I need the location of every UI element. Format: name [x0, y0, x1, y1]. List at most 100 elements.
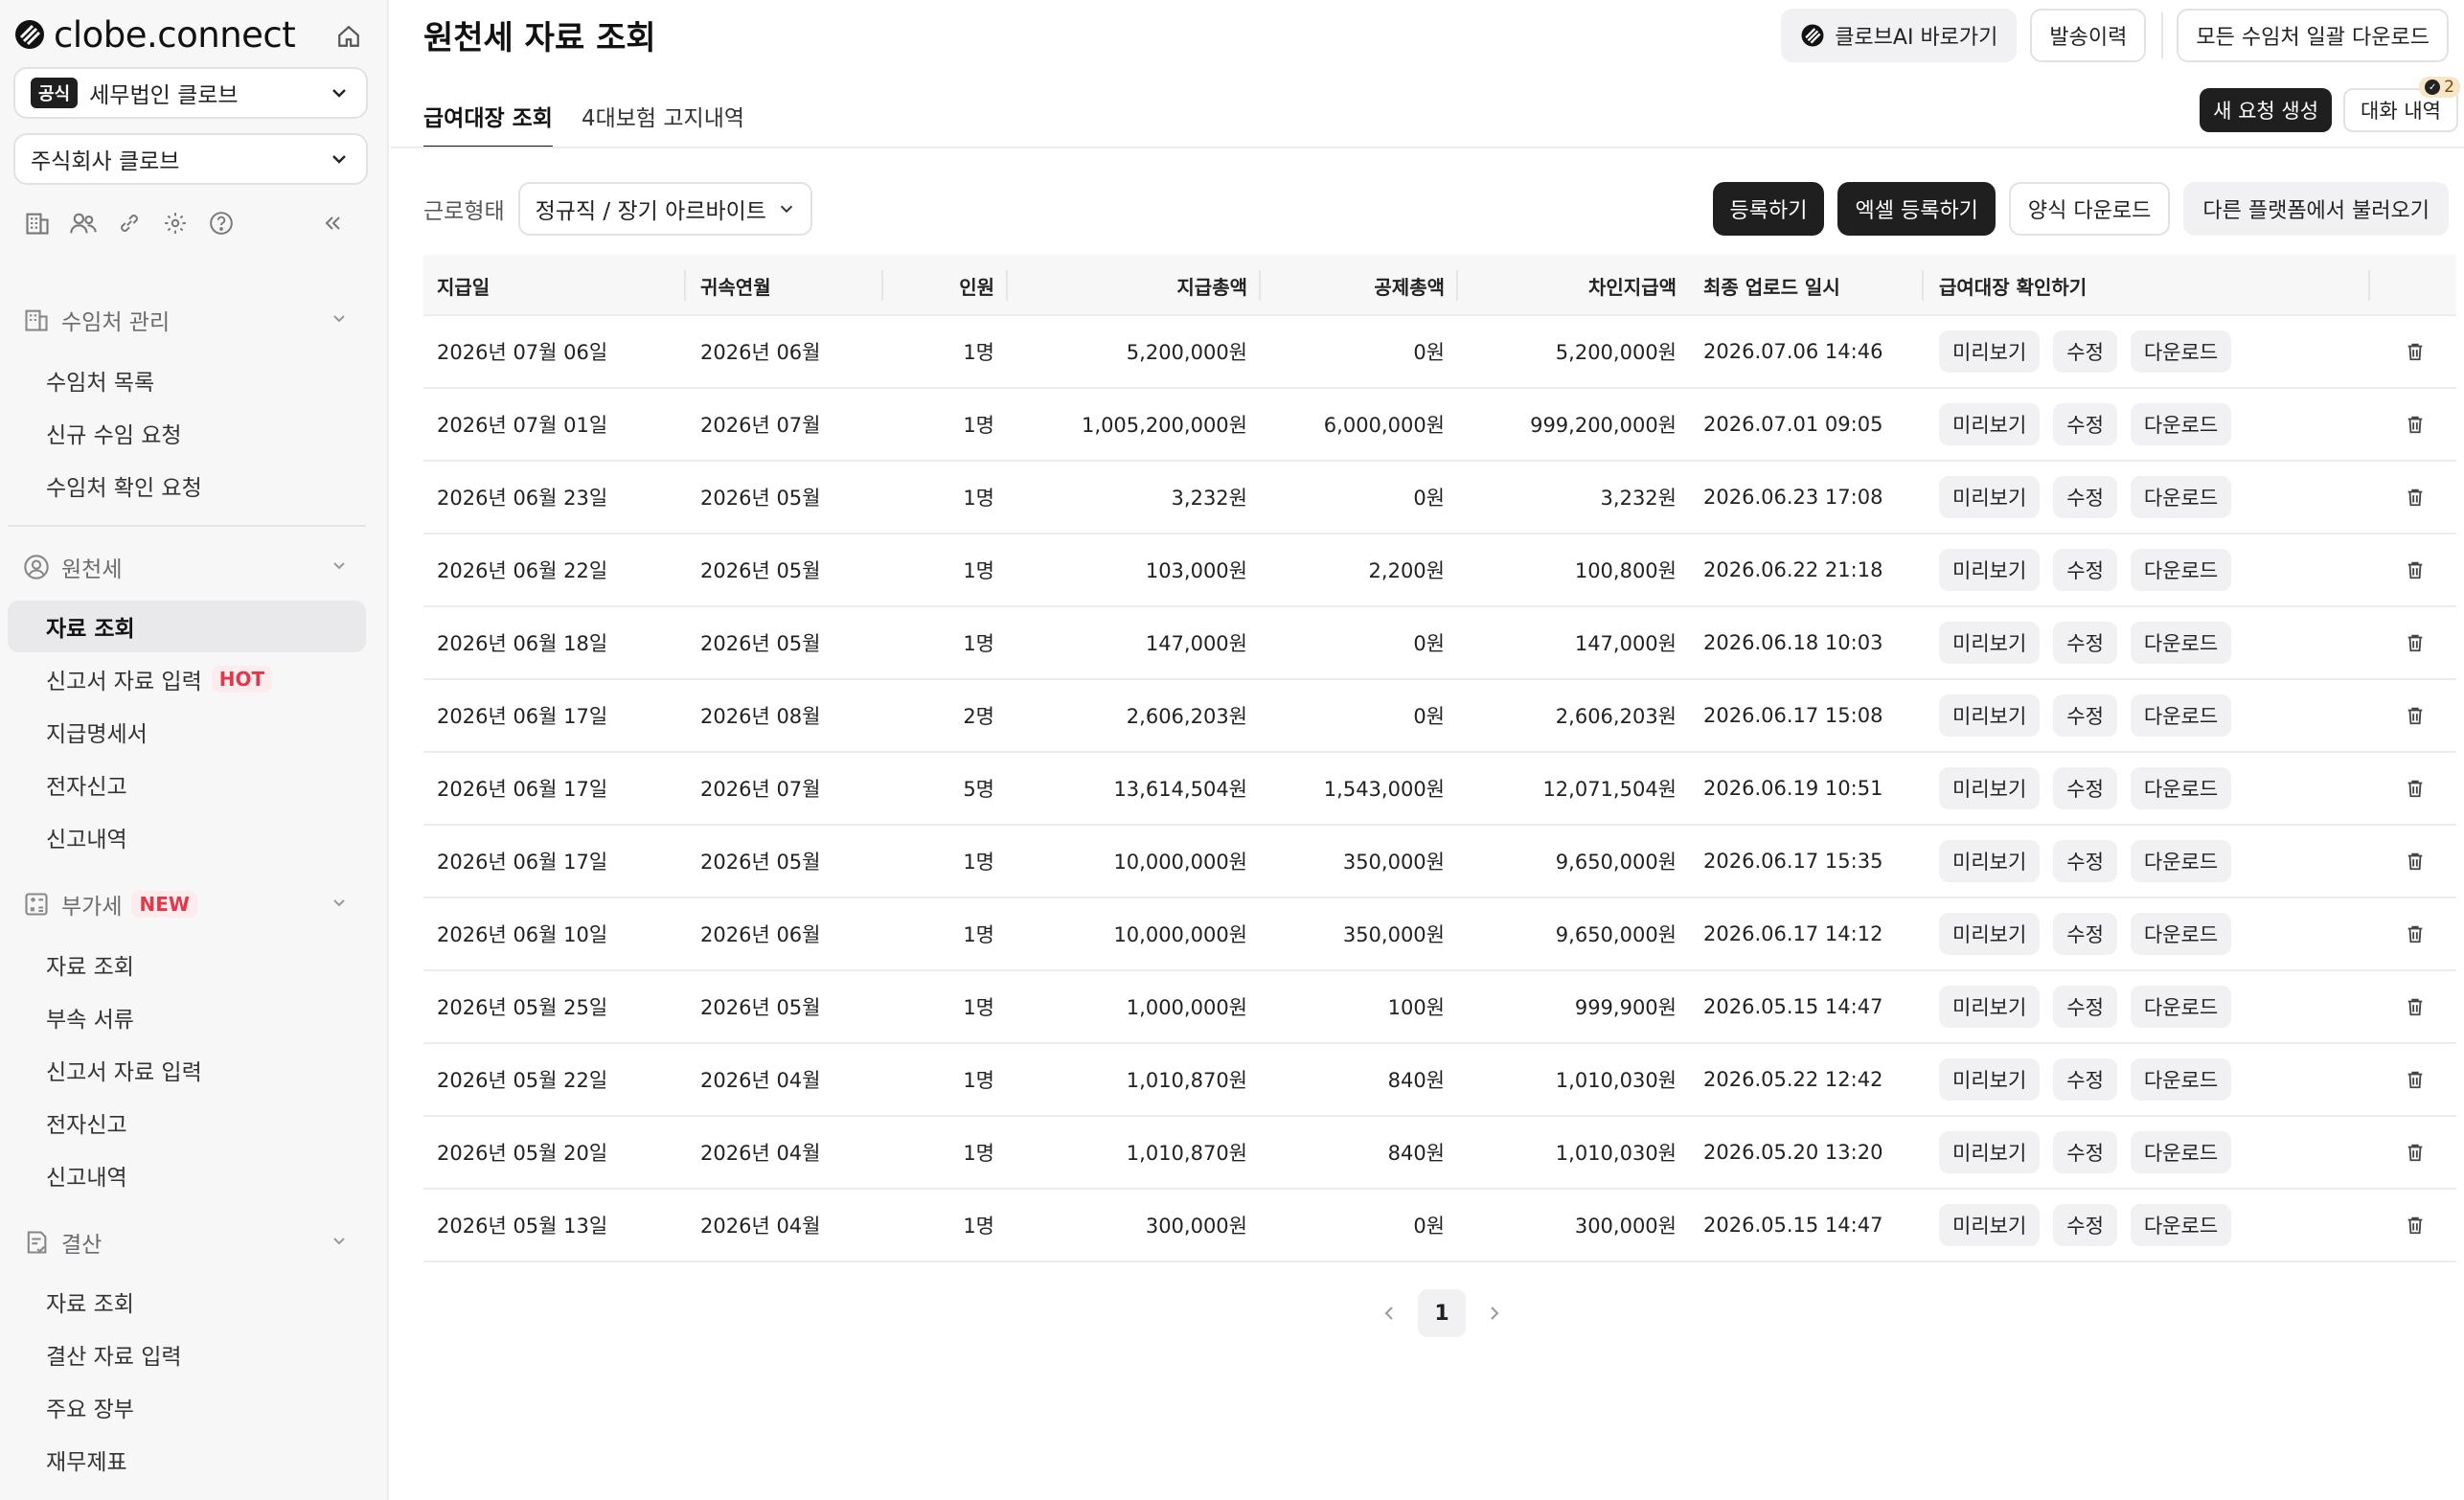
section-clients[interactable]: 수임처 관리: [21, 301, 362, 339]
sidebar-item-client-list[interactable]: 수임처 목록: [8, 354, 366, 406]
download-button[interactable]: 다운로드: [2130, 1131, 2232, 1173]
download-button[interactable]: 다운로드: [2130, 767, 2232, 809]
delete-button[interactable]: [2401, 1211, 2430, 1239]
prev-page-button[interactable]: [1370, 1294, 1408, 1332]
sidebar-item-vat-attachments[interactable]: 부속 서류: [8, 991, 366, 1043]
download-button[interactable]: 다운로드: [2130, 986, 2232, 1028]
preview-button[interactable]: 미리보기: [1939, 913, 2041, 955]
delete-button[interactable]: [2401, 774, 2430, 803]
delete-button[interactable]: [2401, 628, 2430, 657]
edit-button[interactable]: 수정: [2053, 767, 2117, 809]
sidebar-item-vat-history[interactable]: 신고내역: [8, 1149, 366, 1201]
home-button[interactable]: [330, 17, 368, 56]
delete-button[interactable]: [2401, 410, 2430, 439]
preview-button[interactable]: 미리보기: [1939, 622, 2041, 664]
send-history-button[interactable]: 발송이력: [2030, 9, 2147, 62]
tab-payroll[interactable]: 급여대장 조회: [423, 88, 553, 148]
preview-button[interactable]: 미리보기: [1939, 767, 2041, 809]
delete-button[interactable]: [2401, 337, 2430, 366]
new-request-button[interactable]: 새 요청 생성: [2200, 88, 2333, 132]
download-button[interactable]: 다운로드: [2130, 476, 2232, 518]
sidebar-item-withholding-history[interactable]: 신고내역: [8, 811, 366, 863]
download-button[interactable]: 다운로드: [2130, 913, 2232, 955]
download-button[interactable]: 다운로드: [2130, 622, 2232, 664]
sidebar-item-withholding-data-view[interactable]: 자료 조회: [8, 601, 366, 652]
edit-button[interactable]: 수정: [2053, 986, 2117, 1028]
sidebar-item-payment-statement[interactable]: 지급명세서: [8, 706, 366, 758]
download-button[interactable]: 다운로드: [2130, 840, 2232, 882]
delete-button[interactable]: [2401, 847, 2430, 875]
delete-button[interactable]: [2401, 1138, 2430, 1167]
cell-net-pay: 12,071,504원: [1542, 778, 1677, 801]
section-withholding[interactable]: 원천세: [21, 548, 362, 586]
preview-button[interactable]: 미리보기: [1939, 840, 2041, 882]
sidebar-item-client-confirm-request[interactable]: 수임처 확인 요청: [8, 460, 366, 511]
delete-button[interactable]: [2401, 701, 2430, 730]
preview-button[interactable]: 미리보기: [1939, 330, 2041, 373]
download-button[interactable]: 다운로드: [2130, 694, 2232, 737]
delete-button[interactable]: [2401, 992, 2430, 1021]
edit-button[interactable]: 수정: [2053, 476, 2117, 518]
preview-button[interactable]: 미리보기: [1939, 549, 2041, 591]
section-settlement[interactable]: 결산: [21, 1223, 362, 1261]
clobe-ai-button[interactable]: 클로브AI 바로가기: [1781, 9, 2018, 62]
edit-button[interactable]: 수정: [2053, 330, 2117, 373]
preview-button[interactable]: 미리보기: [1939, 986, 2041, 1028]
sidebar-item-settlement-data-view[interactable]: 자료 조회: [8, 1276, 366, 1328]
preview-button[interactable]: 미리보기: [1939, 403, 2041, 445]
gear-icon[interactable]: [159, 207, 192, 239]
sidebar-item-vat-report-input[interactable]: 신고서 자료 입력: [8, 1044, 366, 1096]
edit-button[interactable]: 수정: [2053, 403, 2117, 445]
download-button[interactable]: 다운로드: [2130, 1204, 2232, 1246]
section-vat[interactable]: 부가세 NEW: [21, 885, 362, 923]
download-all-clients-button[interactable]: 모든 수임처 일괄 다운로드: [2177, 9, 2449, 62]
tab-insurance[interactable]: 4대보험 고지내역: [582, 88, 744, 148]
page-number-button[interactable]: 1: [1418, 1289, 1466, 1337]
preview-button[interactable]: 미리보기: [1939, 476, 2041, 518]
edit-button[interactable]: 수정: [2053, 913, 2117, 955]
firm-select[interactable]: 공식 세무법인 클로브: [13, 67, 368, 119]
cell-period: 2026년 08월: [700, 705, 821, 728]
preview-button[interactable]: 미리보기: [1939, 1131, 2041, 1173]
register-button[interactable]: 등록하기: [1712, 182, 1825, 236]
help-icon[interactable]: [205, 207, 238, 239]
sidebar-item-financial-statements[interactable]: 재무제표: [8, 1434, 366, 1486]
excel-register-button[interactable]: 엑셀 등록하기: [1837, 182, 1996, 236]
import-other-platform-button[interactable]: 다른 플랫폼에서 불러오기: [2183, 182, 2449, 236]
collapse-sidebar-icon[interactable]: [316, 207, 349, 239]
edit-button[interactable]: 수정: [2053, 622, 2117, 664]
download-button[interactable]: 다운로드: [2130, 1058, 2232, 1101]
edit-button[interactable]: 수정: [2053, 1058, 2117, 1101]
sidebar-item-withholding-e-filing[interactable]: 전자신고: [8, 759, 366, 810]
preview-button[interactable]: 미리보기: [1939, 1058, 2041, 1101]
edit-button[interactable]: 수정: [2053, 694, 2117, 737]
sidebar-item-vat-e-filing[interactable]: 전자신고: [8, 1097, 366, 1148]
employment-type-select[interactable]: 정규직 / 장기 아르바이트: [517, 182, 812, 236]
delete-button[interactable]: [2401, 483, 2430, 511]
edit-button[interactable]: 수정: [2053, 840, 2117, 882]
users-icon[interactable]: [67, 207, 100, 239]
edit-button[interactable]: 수정: [2053, 1204, 2117, 1246]
download-button[interactable]: 다운로드: [2130, 330, 2232, 373]
delete-button[interactable]: [2401, 1065, 2430, 1094]
template-download-button[interactable]: 양식 다운로드: [2008, 182, 2171, 236]
sidebar-item-withholding-report-input[interactable]: 신고서 자료 입력 HOT: [8, 653, 366, 705]
company-select[interactable]: 주식회사 클로브: [13, 133, 368, 185]
edit-button[interactable]: 수정: [2053, 1131, 2117, 1173]
select-value: 정규직 / 장기 아르바이트: [535, 199, 766, 224]
delete-button[interactable]: [2401, 556, 2430, 584]
next-page-button[interactable]: [1475, 1294, 1514, 1332]
building-icon[interactable]: [21, 207, 54, 239]
chat-history-button[interactable]: 대화 내역 ✓ 2: [2343, 77, 2460, 132]
sidebar-item-vat-data-view[interactable]: 자료 조회: [8, 939, 366, 990]
sidebar-item-settlement-input[interactable]: 결산 자료 입력: [8, 1329, 366, 1380]
link-icon[interactable]: [113, 207, 146, 239]
sidebar-item-new-client-request[interactable]: 신규 수임 요청: [8, 407, 366, 459]
preview-button[interactable]: 미리보기: [1939, 694, 2041, 737]
download-button[interactable]: 다운로드: [2130, 549, 2232, 591]
delete-button[interactable]: [2401, 920, 2430, 948]
download-button[interactable]: 다운로드: [2130, 403, 2232, 445]
edit-button[interactable]: 수정: [2053, 549, 2117, 591]
sidebar-item-main-ledgers[interactable]: 주요 장부: [8, 1381, 366, 1433]
preview-button[interactable]: 미리보기: [1939, 1204, 2041, 1246]
